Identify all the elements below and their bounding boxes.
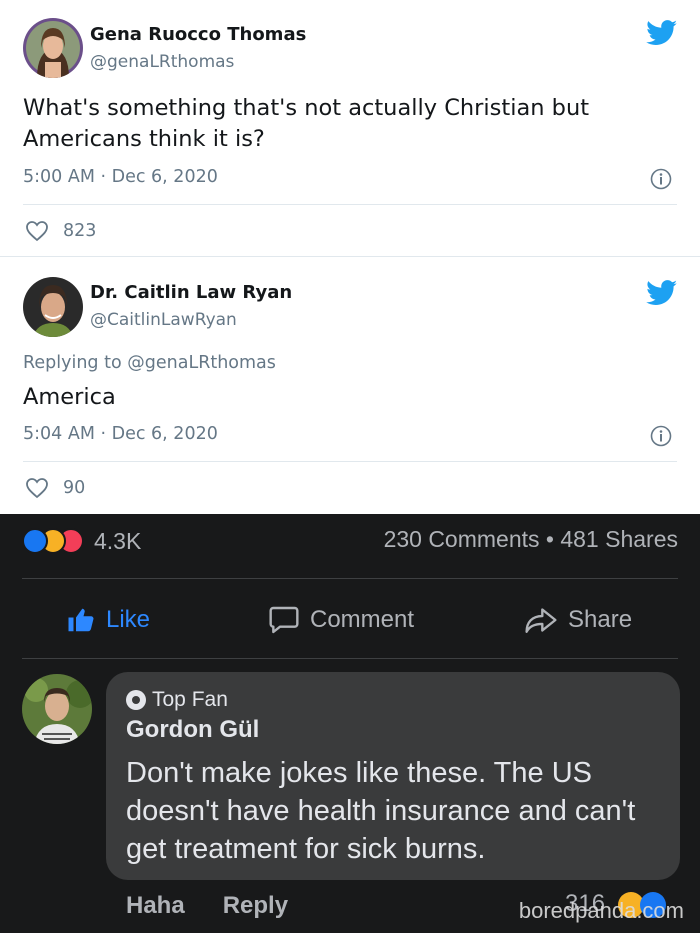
comment-bubble-icon — [269, 606, 299, 634]
author-name[interactable]: Gena Ruocco Thomas — [90, 24, 306, 45]
mention-link[interactable]: @genaLRthomas — [127, 353, 276, 373]
twitter-bird-icon[interactable] — [646, 280, 678, 306]
info-icon[interactable] — [650, 425, 672, 447]
author-handle[interactable]: @CaitlinLawRyan — [90, 310, 237, 330]
like-action[interactable]: 823 — [25, 218, 96, 244]
share-label: Share — [568, 606, 633, 633]
facebook-post-footer: 4.3K 230 Comments • 481 Shares Like Comm… — [0, 514, 700, 933]
tweet-timestamp[interactable]: 5:04 AM · Dec 6, 2020 — [23, 424, 218, 444]
tweet-text: America — [23, 384, 116, 410]
comment-author[interactable]: Gordon Gül — [126, 716, 259, 744]
heart-icon[interactable] — [25, 220, 49, 242]
tweet-card-original: Gena Ruocco Thomas @genaLRthomas What's … — [0, 0, 700, 256]
post-actions: Like Comment Share — [0, 598, 700, 642]
top-fan-badge: Top Fan — [126, 688, 228, 712]
commenter-avatar[interactable] — [22, 674, 92, 744]
top-fan-icon — [126, 690, 146, 710]
avatar[interactable] — [23, 277, 83, 337]
divider — [22, 578, 678, 579]
haha-button[interactable]: Haha — [126, 892, 185, 920]
divider — [23, 204, 677, 205]
thumbs-up-icon — [68, 608, 94, 632]
tweet-card-reply: Dr. Caitlin Law Ryan @CaitlinLawRyan Rep… — [0, 257, 700, 513]
like-action[interactable]: 90 — [25, 475, 85, 501]
like-count: 90 — [63, 478, 86, 498]
comments-shares-count[interactable]: 230 Comments • 481 Shares — [384, 526, 678, 553]
watermark: boredpanda.com — [518, 898, 684, 923]
info-icon[interactable] — [650, 168, 672, 190]
like-button[interactable]: Like — [66, 598, 150, 642]
comment-button[interactable]: Comment — [268, 598, 414, 642]
author-handle[interactable]: @genaLRthomas — [90, 52, 234, 72]
comment-actions: Haha Reply — [126, 892, 326, 920]
tweet-timestamp[interactable]: 5:00 AM · Dec 6, 2020 — [23, 167, 218, 187]
replying-to-label: Replying to — [23, 353, 122, 373]
reaction-summary[interactable]: 4.3K — [22, 526, 141, 556]
like-reaction-icon — [22, 528, 48, 554]
like-label: Like — [106, 606, 151, 633]
share-arrow-icon — [525, 608, 557, 633]
divider — [22, 658, 678, 659]
divider — [23, 461, 677, 462]
top-fan-label: Top Fan — [152, 688, 228, 711]
like-count: 823 — [63, 221, 97, 241]
heart-icon[interactable] — [25, 477, 49, 499]
comment-text: Don't make jokes like these. The US does… — [126, 757, 636, 865]
comment-bubble: Top Fan Gordon Gül Don't make jokes like… — [106, 672, 680, 880]
replying-to: Replying to @genaLRthomas — [23, 353, 276, 373]
reply-button[interactable]: Reply — [223, 892, 288, 920]
twitter-bird-icon[interactable] — [646, 20, 678, 46]
tweet-text: What's something that's not actually Chr… — [23, 95, 590, 152]
author-name[interactable]: Dr. Caitlin Law Ryan — [90, 282, 292, 303]
reaction-count: 4.3K — [94, 527, 142, 554]
comment-label: Comment — [310, 606, 415, 633]
share-button[interactable]: Share — [524, 598, 632, 642]
avatar[interactable] — [23, 18, 83, 78]
